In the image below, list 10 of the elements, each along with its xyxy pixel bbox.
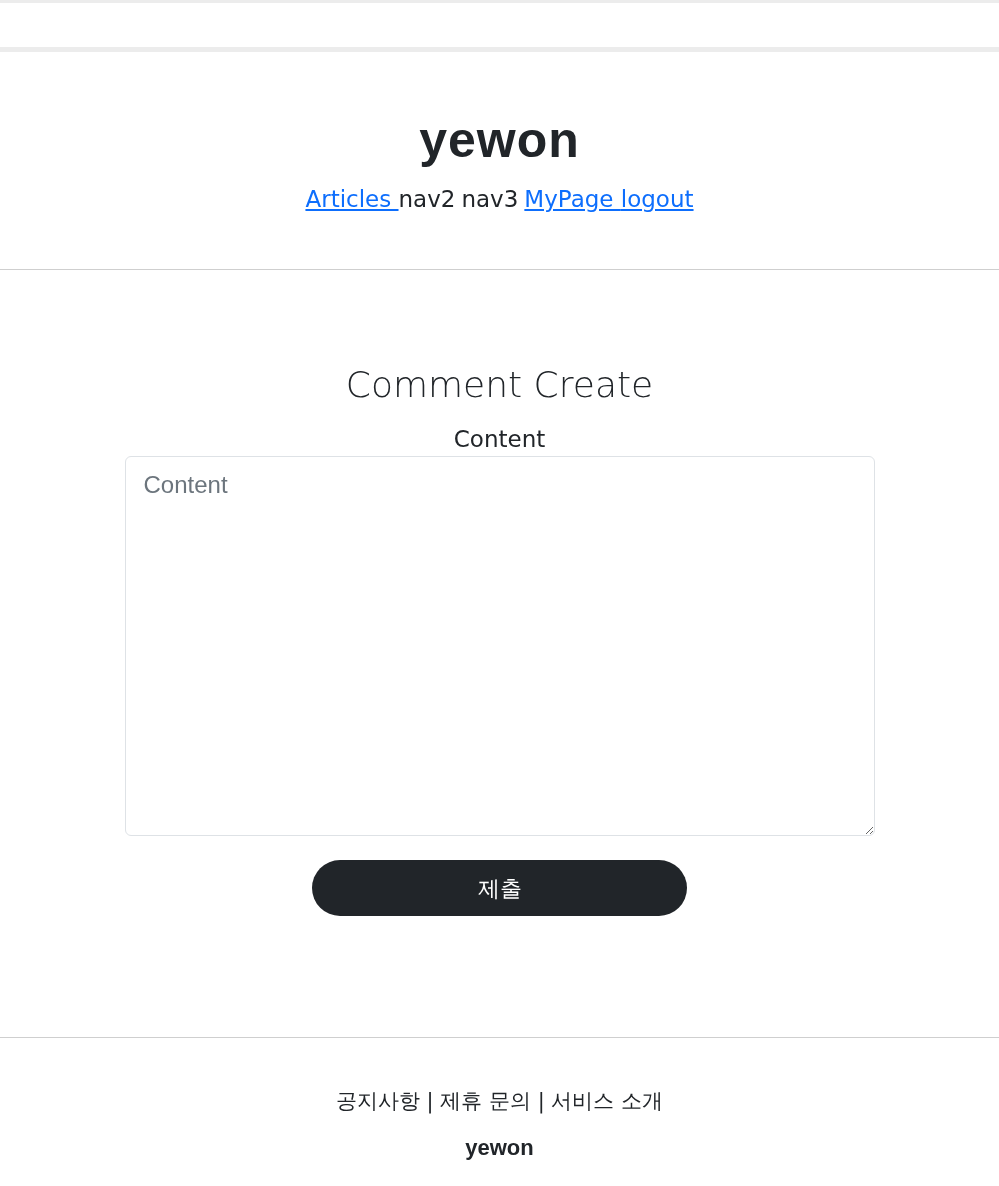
nav-link[interactable]: Articles [305, 184, 399, 214]
footer-logo: yewon [465, 1136, 534, 1160]
footer-links: 공지사항 | 제휴 문의 | 서비스 소개 [335, 1088, 664, 1116]
page-title: Comment Create [345, 363, 654, 407]
field-label: Content [453, 425, 546, 454]
logo: yewon [419, 114, 580, 166]
submit-button[interactable]: 제출 [312, 860, 687, 916]
nav-link[interactable]: logout [620, 184, 694, 214]
content-field[interactable]: Content [124, 456, 875, 836]
nav-link[interactable]: MyPage [524, 184, 621, 214]
